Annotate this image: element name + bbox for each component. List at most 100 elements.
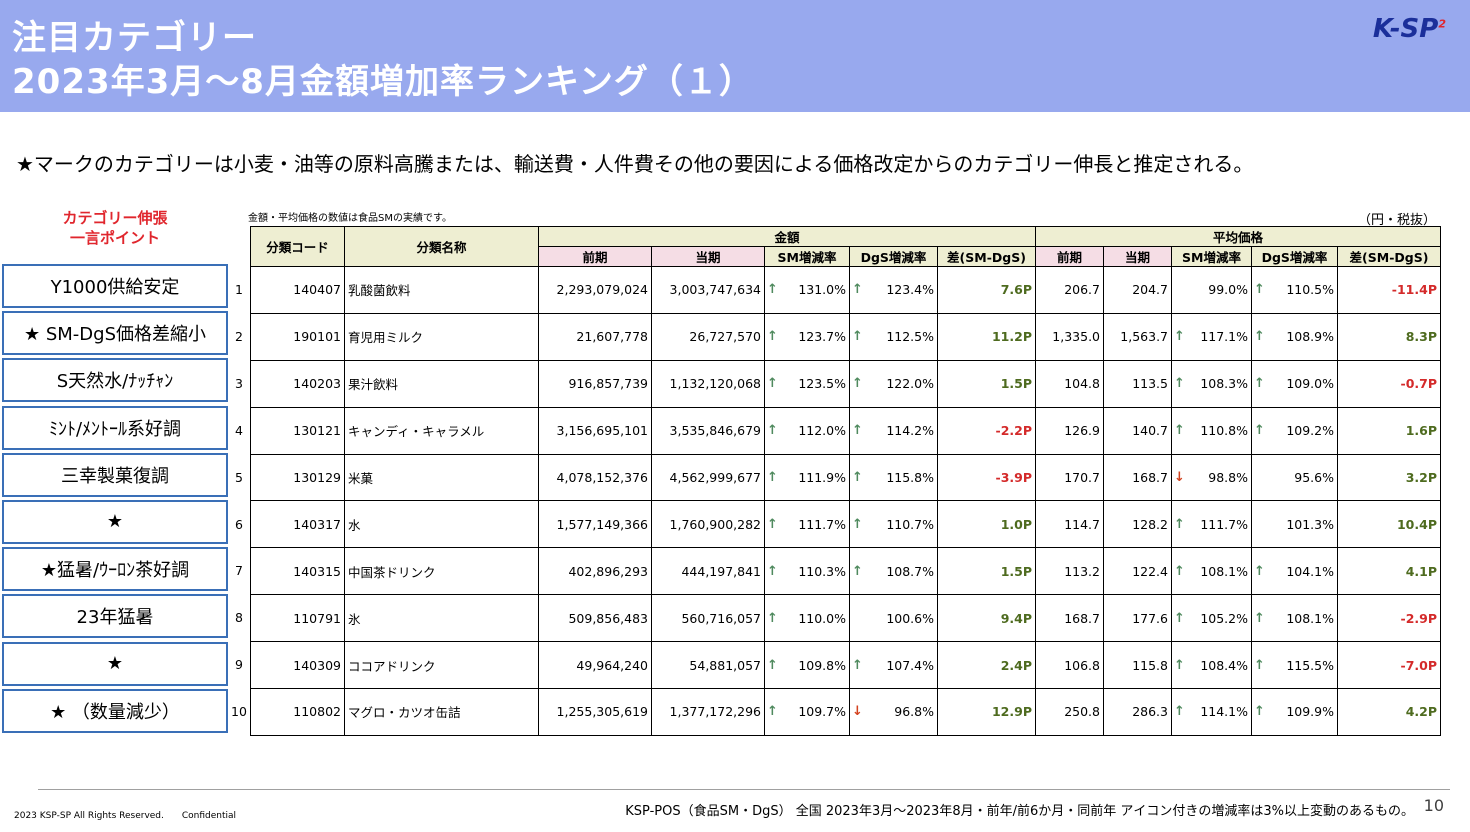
rate-cell: ↑ 117.1% [1171,312,1252,361]
col-header-amount-curr: 当期 [651,246,765,267]
col-header-name: 分類名称 [344,226,539,267]
rate-cell: ↑ 108.7% [849,547,938,596]
rate-cell: 101.3% [1251,500,1338,549]
amount-curr: 54,881,057 [651,641,765,690]
rate-cell: ↑ 109.7% [764,688,850,736]
col-header-amount-sm: SM増減率 [764,246,850,267]
amount-prev: 916,857,739 [538,359,652,408]
category-code: 130121 [250,406,345,455]
price-prev: 114.7 [1035,500,1104,549]
amount-diff: -2.2P [937,406,1036,455]
amount-curr: 1,132,120,068 [651,359,765,408]
rate-cell: ↑ 123.4% [849,266,938,314]
table-row: 140309 ココアドリンク 49,964,240 54,881,057 ↑ 109.8%… [250,641,1441,690]
points-header-line-2: 一言ポイント [69,229,160,247]
amount-curr: 560,716,057 [651,594,765,643]
rate-cell: ↑ 110.0% [764,594,850,643]
rate-cell: ↑ 109.2% [1251,406,1338,455]
price-diff: 10.4P [1337,500,1441,549]
rate-value: 131.0% [798,282,846,298]
rate-cell: 95.6% [1251,453,1338,502]
rate-value: 95.6% [1294,470,1334,485]
arrow-up-icon: ↑ [852,516,863,532]
col-header-price-prev: 前期 [1035,246,1104,267]
rate-cell: ↓ 96.8% [849,688,938,736]
rate-cell: ↑ 107.4% [849,641,938,690]
amount-diff: 1.0P [937,500,1036,549]
price-curr: 140.7 [1103,406,1172,455]
arrow-up-icon: ↑ [767,282,778,298]
col-header-amount-dgs: DgS増減率 [849,246,938,267]
rate-value: 123.7% [798,329,846,345]
category-code: 140309 [250,641,345,690]
points-header-line-1: カテゴリー伸張 [62,209,168,227]
arrow-down-icon: ↓ [852,704,863,720]
amount-prev: 1,255,305,619 [538,688,652,736]
rate-cell: 100.6% [849,594,938,643]
arrow-up-icon: ↑ [1174,376,1185,392]
price-prev: 1,335.0 [1035,312,1104,361]
amount-diff: 7.6P [937,266,1036,314]
table-row: 140315 中国茶ドリンク 402,896,293 444,197,841 ↑ 110.… [250,547,1441,596]
table-row: 190101 育児用ミルク 21,607,778 26,727,570 ↑ 123.7% ↑… [250,312,1441,361]
table-row: 140317 水 1,577,149,366 1,760,900,282 ↑ 111.7%… [250,500,1441,549]
rate-value: 98.8% [1208,470,1248,485]
rate-value: 108.7% [886,563,934,579]
rate-value: 111.7% [798,516,846,532]
arrow-up-icon: ↑ [852,470,863,485]
rate-value: 115.8% [886,470,934,485]
rate-cell: ↑ 108.1% [1251,594,1338,643]
col-header-price-sm: SM増減率 [1171,246,1252,267]
rate-value: 108.1% [1200,563,1248,579]
price-diff: 4.1P [1337,547,1441,596]
price-curr: 168.7 [1103,453,1172,502]
rate-value: 115.5% [1286,657,1334,673]
arrow-up-icon: ↑ [767,516,778,532]
price-curr: 113.5 [1103,359,1172,408]
title-line-1: 注目カテゴリー [12,18,257,58]
table-row: 110802 マグロ・カツオ缶詰 1,255,305,619 1,377,172,29… [250,688,1441,736]
price-diff: 4.2P [1337,688,1441,736]
rate-value: 114.1% [1200,704,1248,720]
logo-text: K-SP [1372,14,1439,44]
table-row: 130121 キャンディ・キャラメル 3,156,695,101 3,535,846,… [250,406,1441,455]
category-code: 110791 [250,594,345,643]
arrow-up-icon: ↑ [1254,610,1265,626]
rate-value: 123.5% [798,376,846,392]
arrow-up-icon: ↑ [852,376,863,392]
price-curr: 122.4 [1103,547,1172,596]
arrow-up-icon: ↑ [1174,329,1185,345]
price-curr: 204.7 [1103,266,1172,314]
row-number: 5 [235,469,243,485]
rate-value: 110.0% [798,610,846,626]
col-header-price-diff: 差(SM-DgS) [1337,246,1441,267]
price-prev: 104.8 [1035,359,1104,408]
rate-value: 112.5% [886,329,934,345]
rate-cell: ↑ 110.7% [849,500,938,549]
rate-cell: ↑ 115.5% [1251,641,1338,690]
arrow-up-icon: ↑ [767,610,778,626]
rate-cell: ↑ 112.5% [849,312,938,361]
rate-value: 109.9% [1286,704,1334,720]
price-curr: 1,563.7 [1103,312,1172,361]
row-number: 6 [235,516,243,532]
rate-cell: ↑ 109.9% [1251,688,1338,736]
category-code: 190101 [250,312,345,361]
logo-superscript: 2 [1438,17,1446,31]
category-name: マグロ・カツオ缶詰 [344,688,539,736]
rate-cell: ↑ 114.1% [1171,688,1252,736]
rate-cell: 99.0% [1171,266,1252,314]
point-box: ★ （数量減少） [2,688,228,733]
rate-value: 110.5% [1286,282,1334,298]
arrow-up-icon: ↑ [1174,704,1185,720]
rate-cell: ↑ 108.1% [1171,547,1252,596]
table-body: 140407 乳酸菌飲料 2,293,079,024 3,003,747,634 ↑ 13… [250,266,1441,736]
amount-diff: 11.2P [937,312,1036,361]
rate-value: 108.4% [1200,657,1248,673]
arrow-up-icon: ↑ [852,563,863,579]
amount-curr: 3,535,846,679 [651,406,765,455]
rate-cell: ↑ 115.8% [849,453,938,502]
col-header-amount-prev: 前期 [538,246,652,267]
price-diff: -7.0P [1337,641,1441,690]
rate-value: 111.7% [1200,516,1248,532]
